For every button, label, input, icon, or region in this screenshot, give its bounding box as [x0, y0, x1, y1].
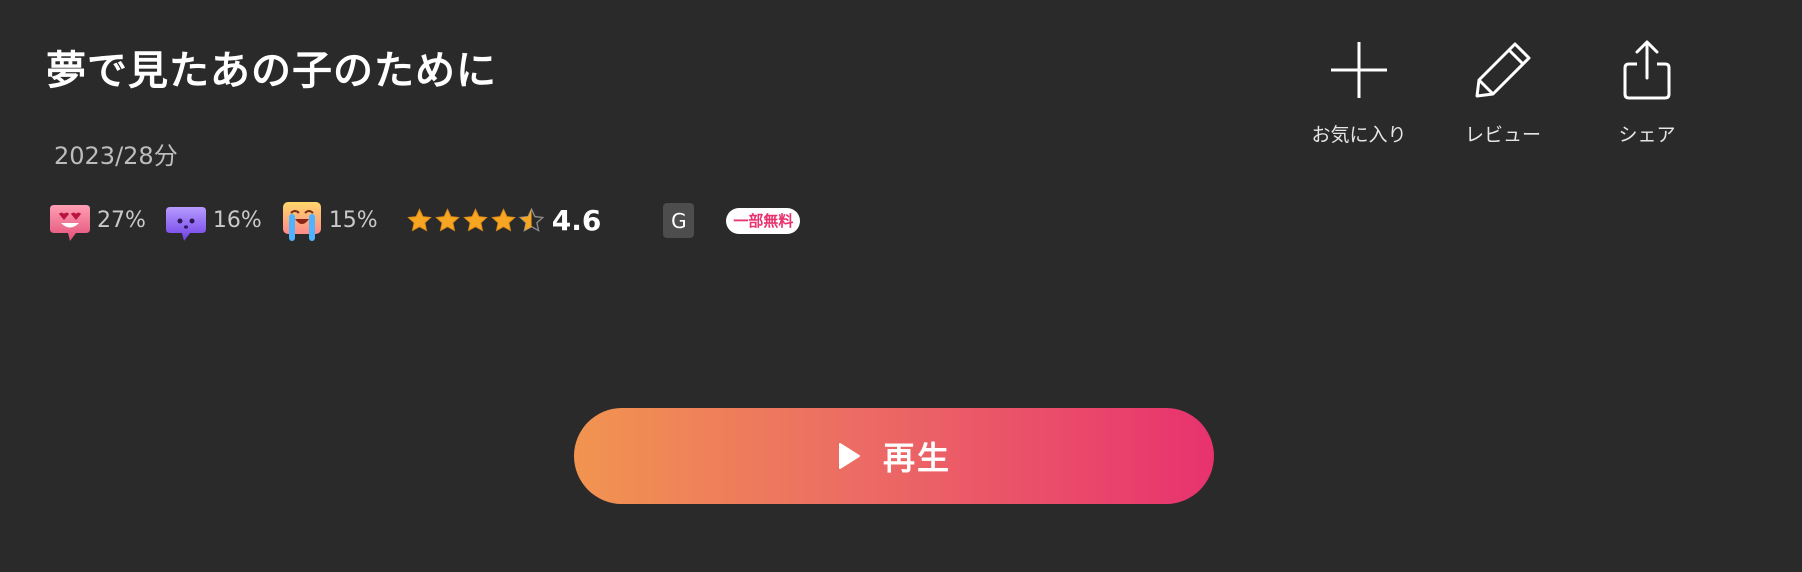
rating-stars — [406, 207, 546, 234]
star-icon — [434, 208, 460, 232]
rating: 4.6 — [406, 204, 602, 237]
stats-row: 27% 16% 15% 4.6 G 一部無料 — [48, 198, 801, 243]
creepy-face-icon — [165, 206, 206, 241]
free-badge: 一部無料 — [726, 207, 801, 234]
love-face-icon — [50, 204, 90, 241]
rating-value: 4.6 — [551, 204, 602, 237]
review-label: レビュー — [1464, 124, 1541, 146]
crying-face-icon — [282, 201, 321, 241]
star-icon — [406, 208, 432, 232]
play-label: 再生 — [882, 439, 951, 477]
play-button[interactable]: 再生 — [574, 408, 1214, 504]
play-icon — [838, 443, 860, 469]
share-icon — [1623, 40, 1671, 100]
emotion-cry-percent: 15% — [328, 208, 378, 233]
emotion-love-percent: 27% — [97, 208, 146, 233]
page-title: 夢で見たあの子のために — [46, 48, 497, 94]
emotion-creepy-percent: 16% — [212, 208, 262, 233]
action-bar: お気に入り レビュー シェア — [1300, 38, 1732, 147]
plus-icon — [1331, 42, 1387, 98]
year-duration: 2023/28分 — [54, 142, 178, 170]
emotion-creepy: 16% — [164, 199, 262, 243]
share-button[interactable]: シェア — [1588, 38, 1706, 147]
emotion-love: 27% — [48, 199, 146, 243]
favorite-label: お気に入り — [1311, 124, 1407, 146]
star-icon — [462, 208, 488, 232]
pencil-icon — [1475, 42, 1531, 98]
favorite-button[interactable]: お気に入り — [1300, 38, 1418, 147]
review-button[interactable]: レビュー — [1444, 38, 1562, 147]
emotion-cry: 15% — [280, 199, 378, 243]
age-rating-badge: G — [663, 203, 695, 238]
half-star-icon — [518, 207, 545, 232]
star-icon — [490, 208, 516, 232]
share-label: シェア — [1618, 124, 1676, 146]
